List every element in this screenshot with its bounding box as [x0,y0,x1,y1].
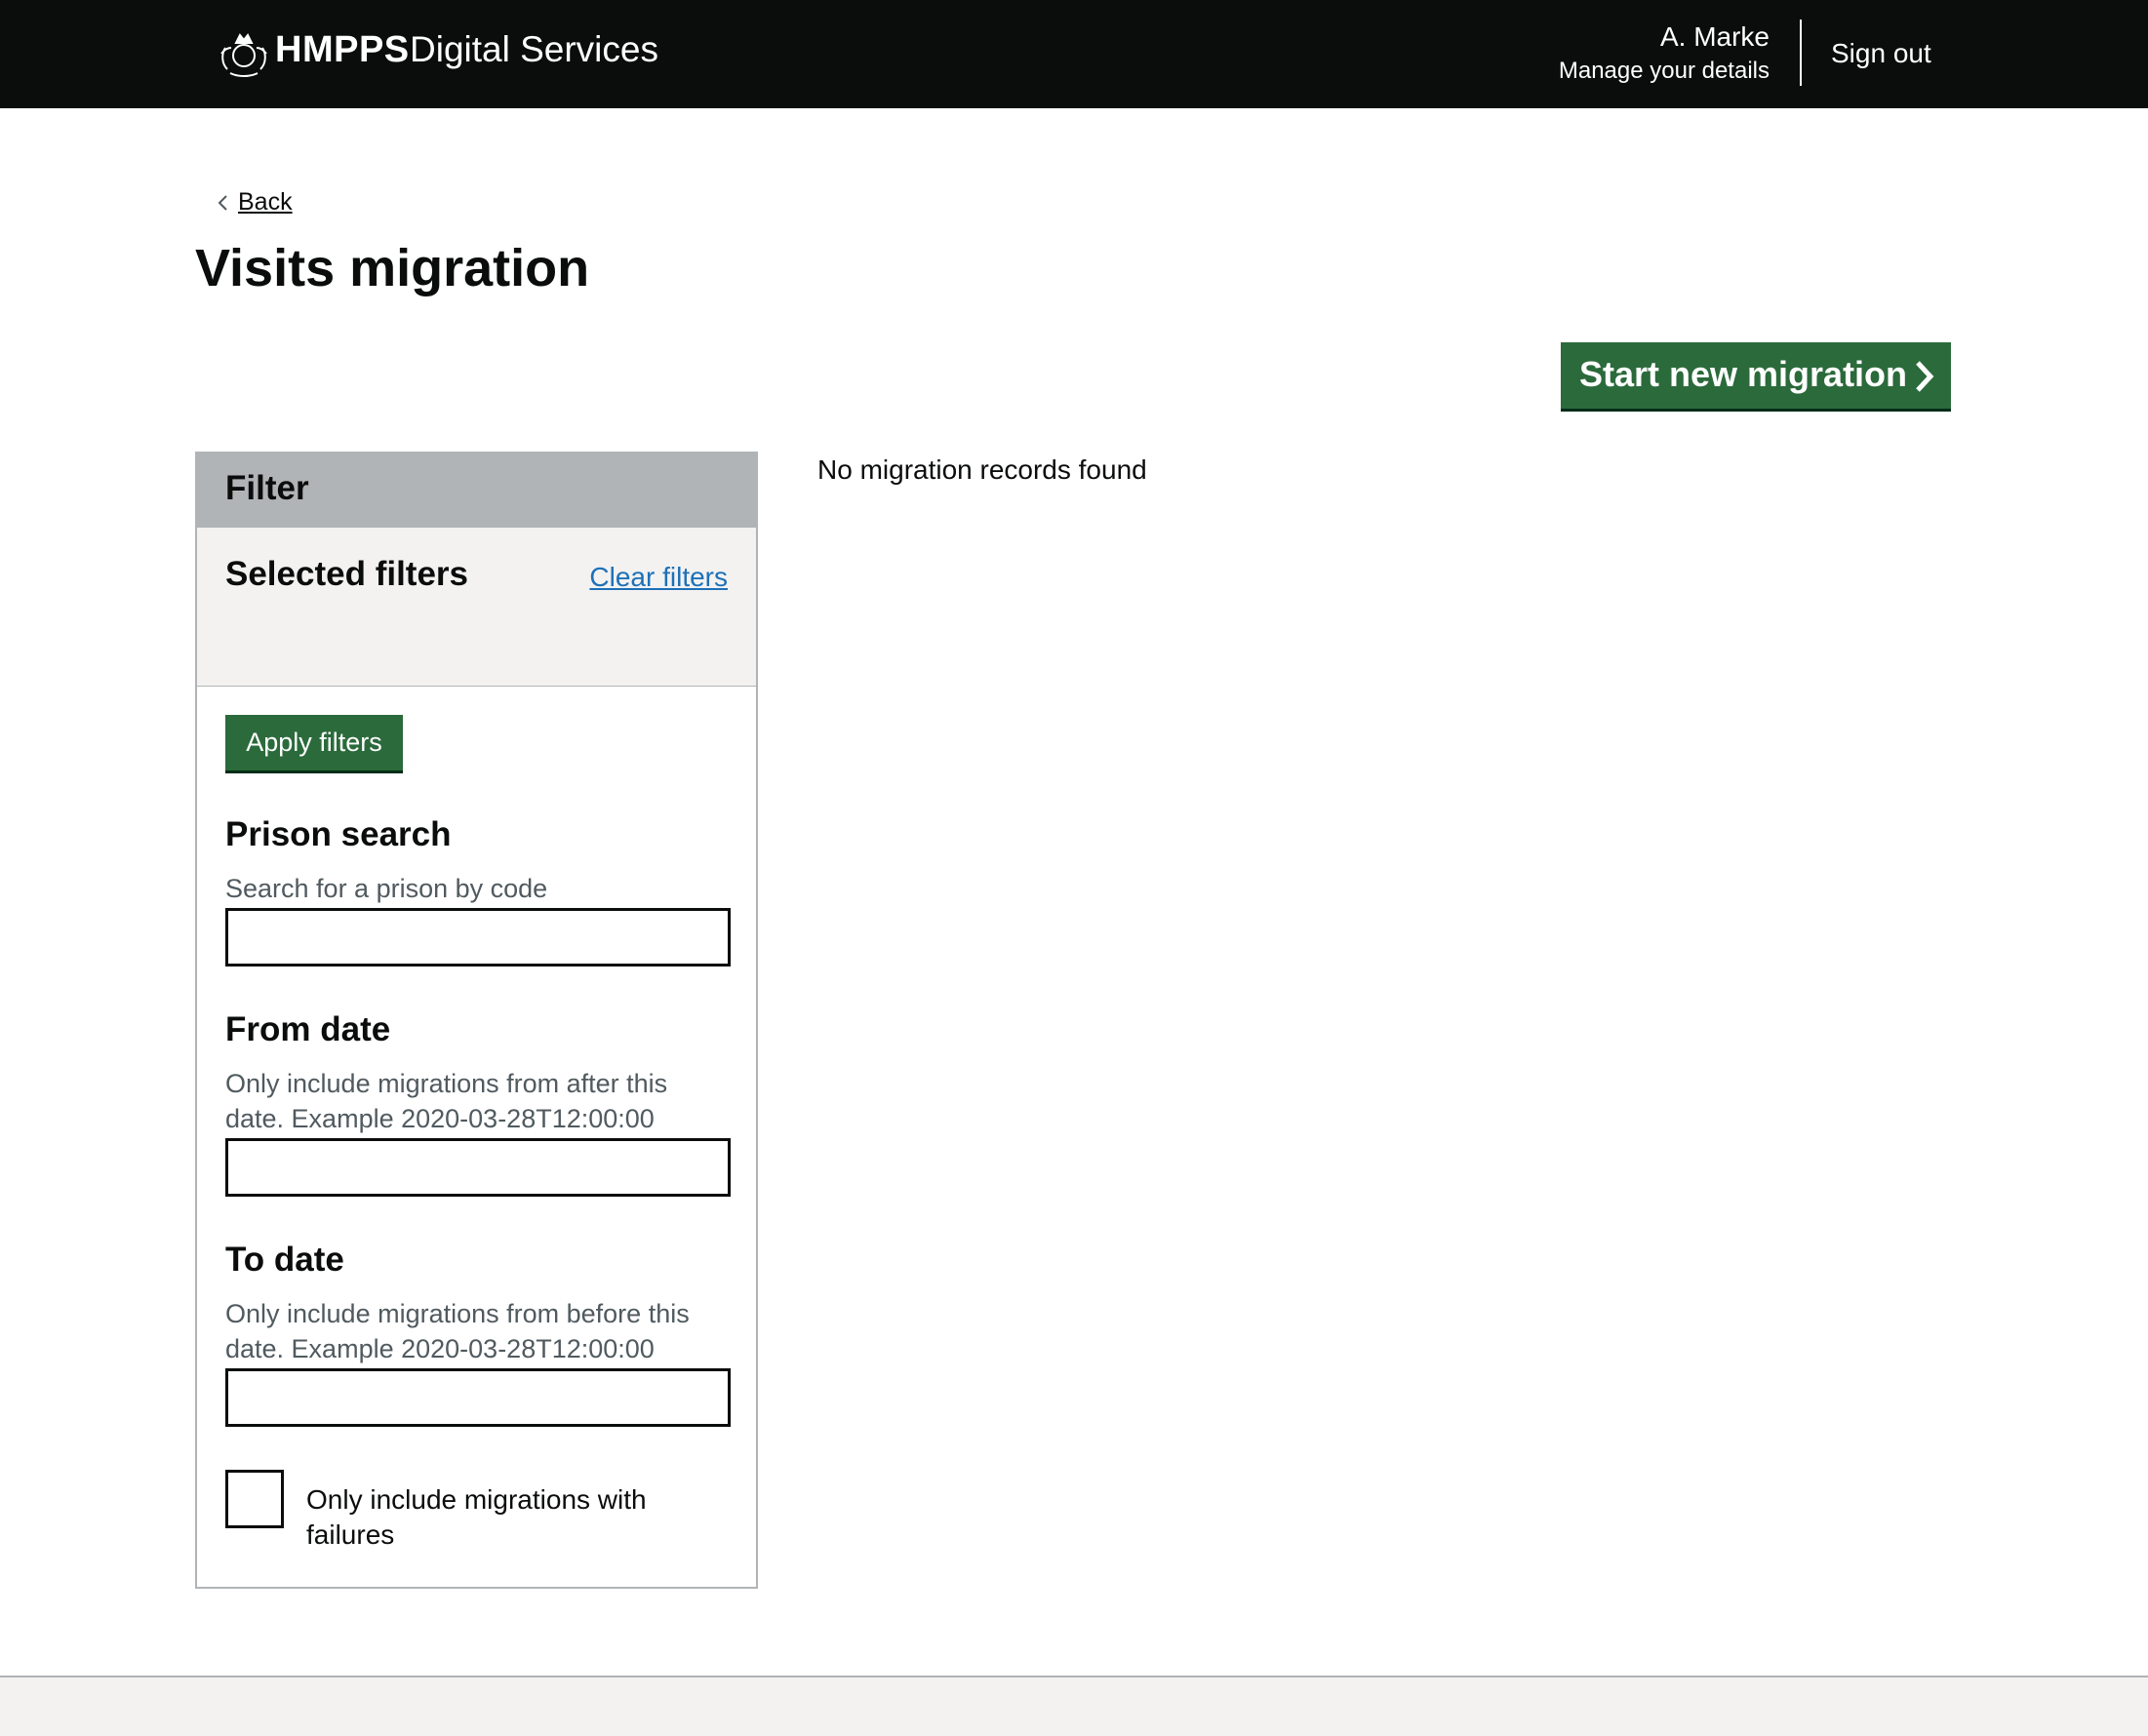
prison-search-heading: Prison search [225,815,452,853]
header-divider [1800,20,1802,86]
service-name[interactable]: Digital Services [410,29,658,70]
filter-header: Filter [197,454,756,528]
start-button-label: Start new migration [1579,354,1908,394]
selected-filters-heading: Selected filters [225,555,468,593]
sign-out-link[interactable]: Sign out [1831,38,1931,69]
chevron-right-icon [1916,361,1934,392]
chevron-left-icon [218,195,227,211]
to-date-heading: To date [225,1241,344,1279]
prison-search-input[interactable] [225,908,731,967]
prison-search-hint: Search for a prison by code [225,874,548,903]
failures-checkbox-label[interactable]: Only include migrations with failures [306,1482,677,1553]
manage-details-link[interactable]: Manage your details [1559,58,1770,85]
apply-filters-button[interactable]: Apply filters [225,715,403,770]
back-link[interactable]: Back [238,188,293,217]
footer [0,1676,2148,1736]
selected-filters-area: Selected filters Clear filters [197,528,756,687]
filter-heading: Filter [225,469,309,507]
site-header: HMPPS Digital Services A. Marke Manage y… [0,0,2148,108]
brand-name[interactable]: HMPPS [275,29,410,71]
user-name: A. Marke [1659,21,1770,52]
filter-panel: Filter Selected filters Clear filters Ap… [195,452,758,1589]
no-records-message: No migration records found [817,454,1147,485]
to-date-hint: Only include migrations from before this… [225,1299,690,1363]
from-date-heading: From date [225,1010,391,1048]
clear-filters-link[interactable]: Clear filters [589,562,728,593]
from-date-input[interactable] [225,1138,731,1197]
page-title: Visits migration [195,239,590,297]
failures-checkbox[interactable] [225,1470,284,1528]
royal-crest-icon [220,33,267,77]
from-date-hint: Only include migrations from after this … [225,1069,668,1133]
to-date-input[interactable] [225,1368,731,1427]
start-new-migration-button[interactable]: Start new migration [1561,342,1951,409]
